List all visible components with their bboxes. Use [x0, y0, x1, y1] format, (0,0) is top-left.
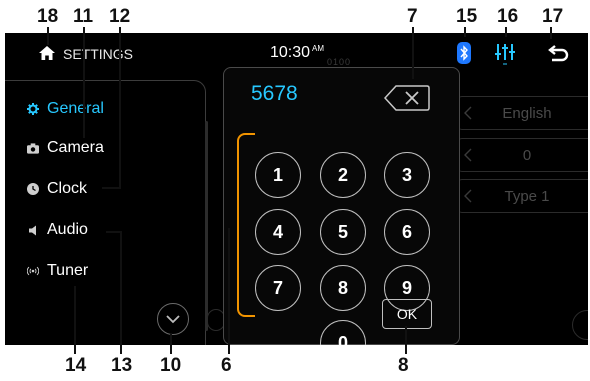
speaker-icon	[27, 224, 39, 236]
leader-6	[228, 228, 230, 354]
chevron-left-icon	[464, 106, 472, 120]
leader-11	[83, 27, 85, 138]
backspace-button[interactable]	[383, 85, 430, 116]
chevron-down-icon	[166, 315, 180, 324]
head-unit-screen: SETTINGS 10:30 AM 0100 General Camera Clo…	[5, 33, 588, 345]
callout-13: 13	[111, 355, 133, 376]
leader-14	[74, 286, 76, 354]
leader-13	[120, 232, 122, 354]
key-6[interactable]: 6	[384, 209, 430, 255]
back-icon[interactable]	[547, 43, 569, 68]
key-4[interactable]: 4	[255, 209, 301, 255]
gear-icon	[27, 103, 39, 115]
callout-17: 17	[542, 6, 564, 27]
callout-7: 7	[407, 6, 418, 27]
leader-17	[550, 27, 552, 39]
settings-title: SETTINGS	[63, 46, 134, 62]
clock-readout: 10:30 AM	[270, 44, 324, 62]
menu-label-tuner: Tuner	[47, 262, 89, 279]
bluetooth-icon[interactable]	[457, 42, 471, 69]
type-row: Type 1	[457, 179, 588, 213]
menu-label-camera: Camera	[47, 139, 104, 156]
menu-label-general: General	[47, 100, 104, 117]
ghost-digits: 0100	[327, 57, 352, 67]
clock-time: 10:30	[270, 44, 311, 61]
key-2[interactable]: 2	[320, 152, 366, 198]
backspace-icon	[383, 85, 430, 111]
key-7[interactable]: 7	[255, 265, 301, 311]
chevron-left-icon	[464, 189, 472, 203]
leader-12	[119, 27, 121, 189]
chevron-left-icon	[464, 148, 472, 162]
leader-16	[505, 27, 507, 37]
callout-15: 15	[456, 6, 478, 27]
key-5[interactable]: 5	[320, 209, 366, 255]
leader-8	[405, 326, 407, 354]
menu-item-audio[interactable]: Audio	[27, 217, 88, 243]
camera-icon	[27, 142, 39, 154]
leader-18	[47, 27, 49, 45]
language-row: English	[457, 96, 588, 130]
menu-item-tuner[interactable]: Tuner	[27, 258, 88, 284]
menu-item-clock[interactable]: Clock	[27, 176, 87, 202]
menu-item-general[interactable]: General	[27, 96, 104, 122]
equalizer-icon[interactable]	[494, 42, 516, 71]
clock-ampm: AM	[312, 44, 325, 53]
callout-8: 8	[398, 355, 409, 376]
ok-button[interactable]: OK	[382, 299, 432, 329]
keypad-bracket	[237, 133, 255, 317]
menu-item-camera[interactable]: Camera	[27, 135, 104, 161]
pin-keypad-dialog: 5678 1 2 3 4 5 6 7 8 9 0 OK	[223, 67, 460, 345]
menu-label-audio: Audio	[47, 221, 88, 238]
callout-10: 10	[160, 355, 182, 376]
menu-scrollbar[interactable]	[205, 121, 208, 331]
callout-16: 16	[497, 6, 519, 27]
key-0[interactable]: 0	[320, 320, 366, 345]
home-icon[interactable]	[38, 45, 56, 66]
menu-label-clock: Clock	[47, 180, 88, 197]
callout-18: 18	[37, 6, 59, 27]
key-3[interactable]: 3	[384, 152, 430, 198]
type-value: Type 1	[504, 187, 550, 205]
numeric-value: 0	[522, 146, 532, 164]
callout-12: 12	[109, 6, 131, 27]
leader-13-foot	[106, 231, 122, 233]
key-1[interactable]: 1	[255, 152, 301, 198]
dim-scroll-button	[572, 310, 588, 340]
callout-14: 14	[65, 355, 87, 376]
antenna-icon	[27, 265, 39, 277]
value-row: 0	[457, 138, 588, 172]
leader-15	[464, 27, 466, 37]
clock-icon	[27, 183, 39, 195]
callout-6: 6	[221, 355, 232, 376]
key-8[interactable]: 8	[320, 265, 366, 311]
leader-7	[412, 27, 414, 79]
pin-display: 5678	[251, 82, 298, 105]
scroll-down-button[interactable]	[157, 303, 189, 335]
leader-10	[170, 333, 172, 354]
callout-11: 11	[73, 6, 94, 27]
leader-12-foot	[102, 187, 121, 189]
language-value: English	[502, 104, 552, 122]
